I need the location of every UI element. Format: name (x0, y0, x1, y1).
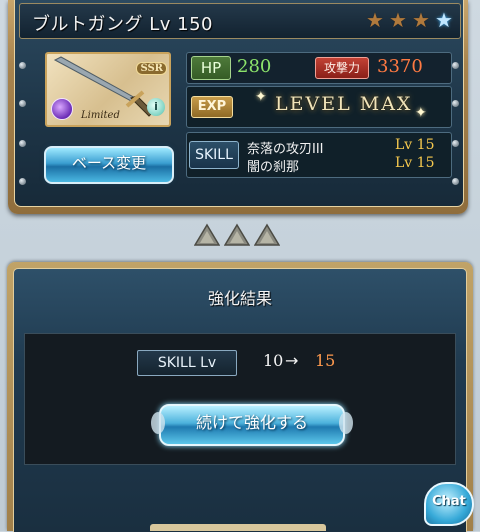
rivet-icon (452, 62, 459, 69)
rivet-icon (19, 140, 26, 147)
star-icon: ★ (366, 8, 384, 32)
continue-upgrade-label: 続けて強化する (195, 413, 308, 432)
skill-level: Lv 15 (395, 155, 435, 171)
arrow-right-icon: → (285, 351, 299, 370)
rivet-icon (19, 100, 26, 107)
weapon-panel: ブルトガング Lv 150 ★ ★ ★ ★ SSR Limited i ベース変… (8, 0, 468, 214)
rivet-icon (19, 62, 26, 69)
result-panel-inner: 強化結果 SKILL Lv 10 → 15 続けて強化する (13, 268, 467, 532)
skill-row: SKILL 奈落の攻刃III Lv 15 闇の刹那 Lv 15 (186, 132, 452, 178)
weapon-thumbnail[interactable]: SSR Limited i (45, 52, 171, 127)
star-icon: ★ (389, 8, 407, 32)
dark-element-icon (51, 98, 73, 120)
exp-row: EXP ✦ ✦ LEVEL MAX (186, 86, 452, 128)
wing-ornament-icon (151, 412, 165, 434)
limited-label: Limited (81, 110, 120, 121)
uncap-stars: ★ ★ ★ ★ (365, 10, 454, 30)
skill-label: SKILL (189, 141, 239, 169)
star-icon: ★ (412, 8, 430, 32)
skill-name: 闇の刹那 (247, 160, 300, 175)
change-base-button[interactable]: ベース変更 (44, 146, 174, 184)
stats-row: HP 280 攻撃力 3370 (186, 52, 452, 84)
hp-label: HP (191, 56, 231, 80)
sparkle-icon: ✦ (415, 105, 427, 121)
previous-level: 10 (263, 351, 284, 370)
chat-button[interactable]: Chat (424, 482, 474, 526)
exp-label: EXP (191, 96, 233, 118)
continue-upgrade-button[interactable]: 続けて強化する (151, 404, 353, 446)
level-max-text: LEVEL MAX (275, 93, 413, 115)
attack-label: 攻撃力 (315, 57, 369, 79)
rivet-icon (452, 178, 459, 185)
rivet-icon (452, 100, 459, 107)
skill-lv-tag: SKILL Lv (137, 350, 237, 376)
rivet-icon (452, 140, 459, 147)
bottom-tab-edge (150, 524, 326, 531)
result-box: SKILL Lv 10 → 15 続けて強化する (24, 333, 456, 465)
progress-triangles (194, 223, 280, 247)
skill-name: 奈落の攻刃III (247, 142, 324, 157)
new-level: 15 (315, 351, 336, 370)
triangle-icon (254, 223, 280, 247)
result-panel: 強化結果 SKILL Lv 10 → 15 続けて強化する (7, 262, 473, 532)
weapon-name: ブルトガング Lv 150 (32, 14, 213, 35)
info-icon[interactable]: i (147, 98, 165, 116)
rivet-icon (19, 178, 26, 185)
weapon-title-bar: ブルトガング Lv 150 ★ ★ ★ ★ (19, 3, 461, 39)
skill-level: Lv 15 (395, 137, 435, 153)
triangle-icon (224, 223, 250, 247)
hp-value: 280 (237, 56, 272, 77)
sparkle-icon: ✦ (255, 89, 267, 105)
result-title: 強化結果 (207, 289, 272, 308)
triangle-icon (194, 223, 220, 247)
wing-ornament-icon (339, 412, 353, 434)
ssr-badge: SSR (136, 62, 167, 75)
blue-star-icon: ★ (435, 8, 453, 32)
attack-value: 3370 (377, 56, 423, 77)
